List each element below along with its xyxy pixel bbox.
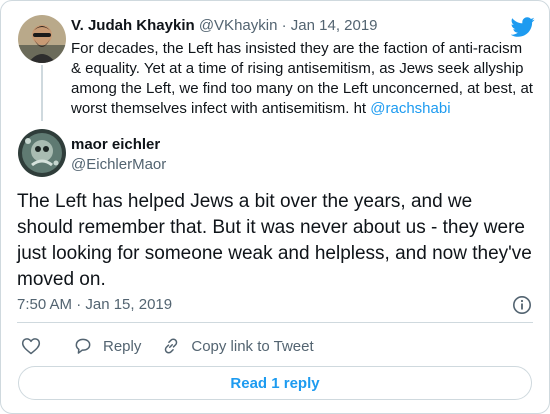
link-icon [165, 338, 178, 354]
thread-connector-line [41, 65, 43, 121]
mention-link[interactable]: @rachshabi [370, 100, 450, 117]
reply-author-name[interactable]: maor eichler [71, 135, 160, 155]
info-icon[interactable] [512, 295, 532, 315]
reply-label: Reply [103, 337, 142, 355]
parent-tweet-date[interactable]: Jan 14, 2019 [291, 17, 378, 34]
parent-author-handle[interactable]: @VKhaykin [199, 17, 278, 34]
reply-button[interactable]: Reply [73, 336, 141, 356]
header-separator: · [281, 17, 287, 34]
heart-icon [21, 338, 41, 355]
reply-tweet-text: The Left has helped Jews a bit over the … [17, 191, 532, 290]
reply-author-handle[interactable]: @EichlerMaor [71, 155, 166, 175]
copy-link-button[interactable]: Copy link to Tweet [161, 336, 314, 356]
parent-author-name[interactable]: V. Judah Khaykin [71, 17, 195, 34]
parent-tweet-text: For decades, the Left has insisted they … [71, 39, 536, 119]
tweet-embed-card: V. Judah Khaykin @VKhaykin · Jan 14, 201… [0, 0, 550, 414]
parent-author-avatar[interactable] [18, 15, 66, 63]
tweet-actions-bar: Reply Copy link to Tweet [21, 335, 314, 357]
twitter-bird-icon[interactable] [511, 15, 535, 39]
parent-tweet-header: V. Judah Khaykin @VKhaykin · Jan 14, 201… [71, 16, 378, 36]
reply-author-avatar[interactable] [18, 129, 66, 177]
like-button[interactable] [21, 336, 41, 356]
copy-link-label: Copy link to Tweet [191, 337, 314, 355]
parent-tweet-body: For decades, the Left has insisted they … [71, 40, 533, 117]
actions-divider [17, 322, 533, 323]
read-replies-button[interactable]: Read 1 reply [18, 366, 532, 400]
speech-bubble-icon [75, 338, 91, 354]
reply-timestamp[interactable]: 7:50 AM · Jan 15, 2019 [17, 295, 172, 315]
